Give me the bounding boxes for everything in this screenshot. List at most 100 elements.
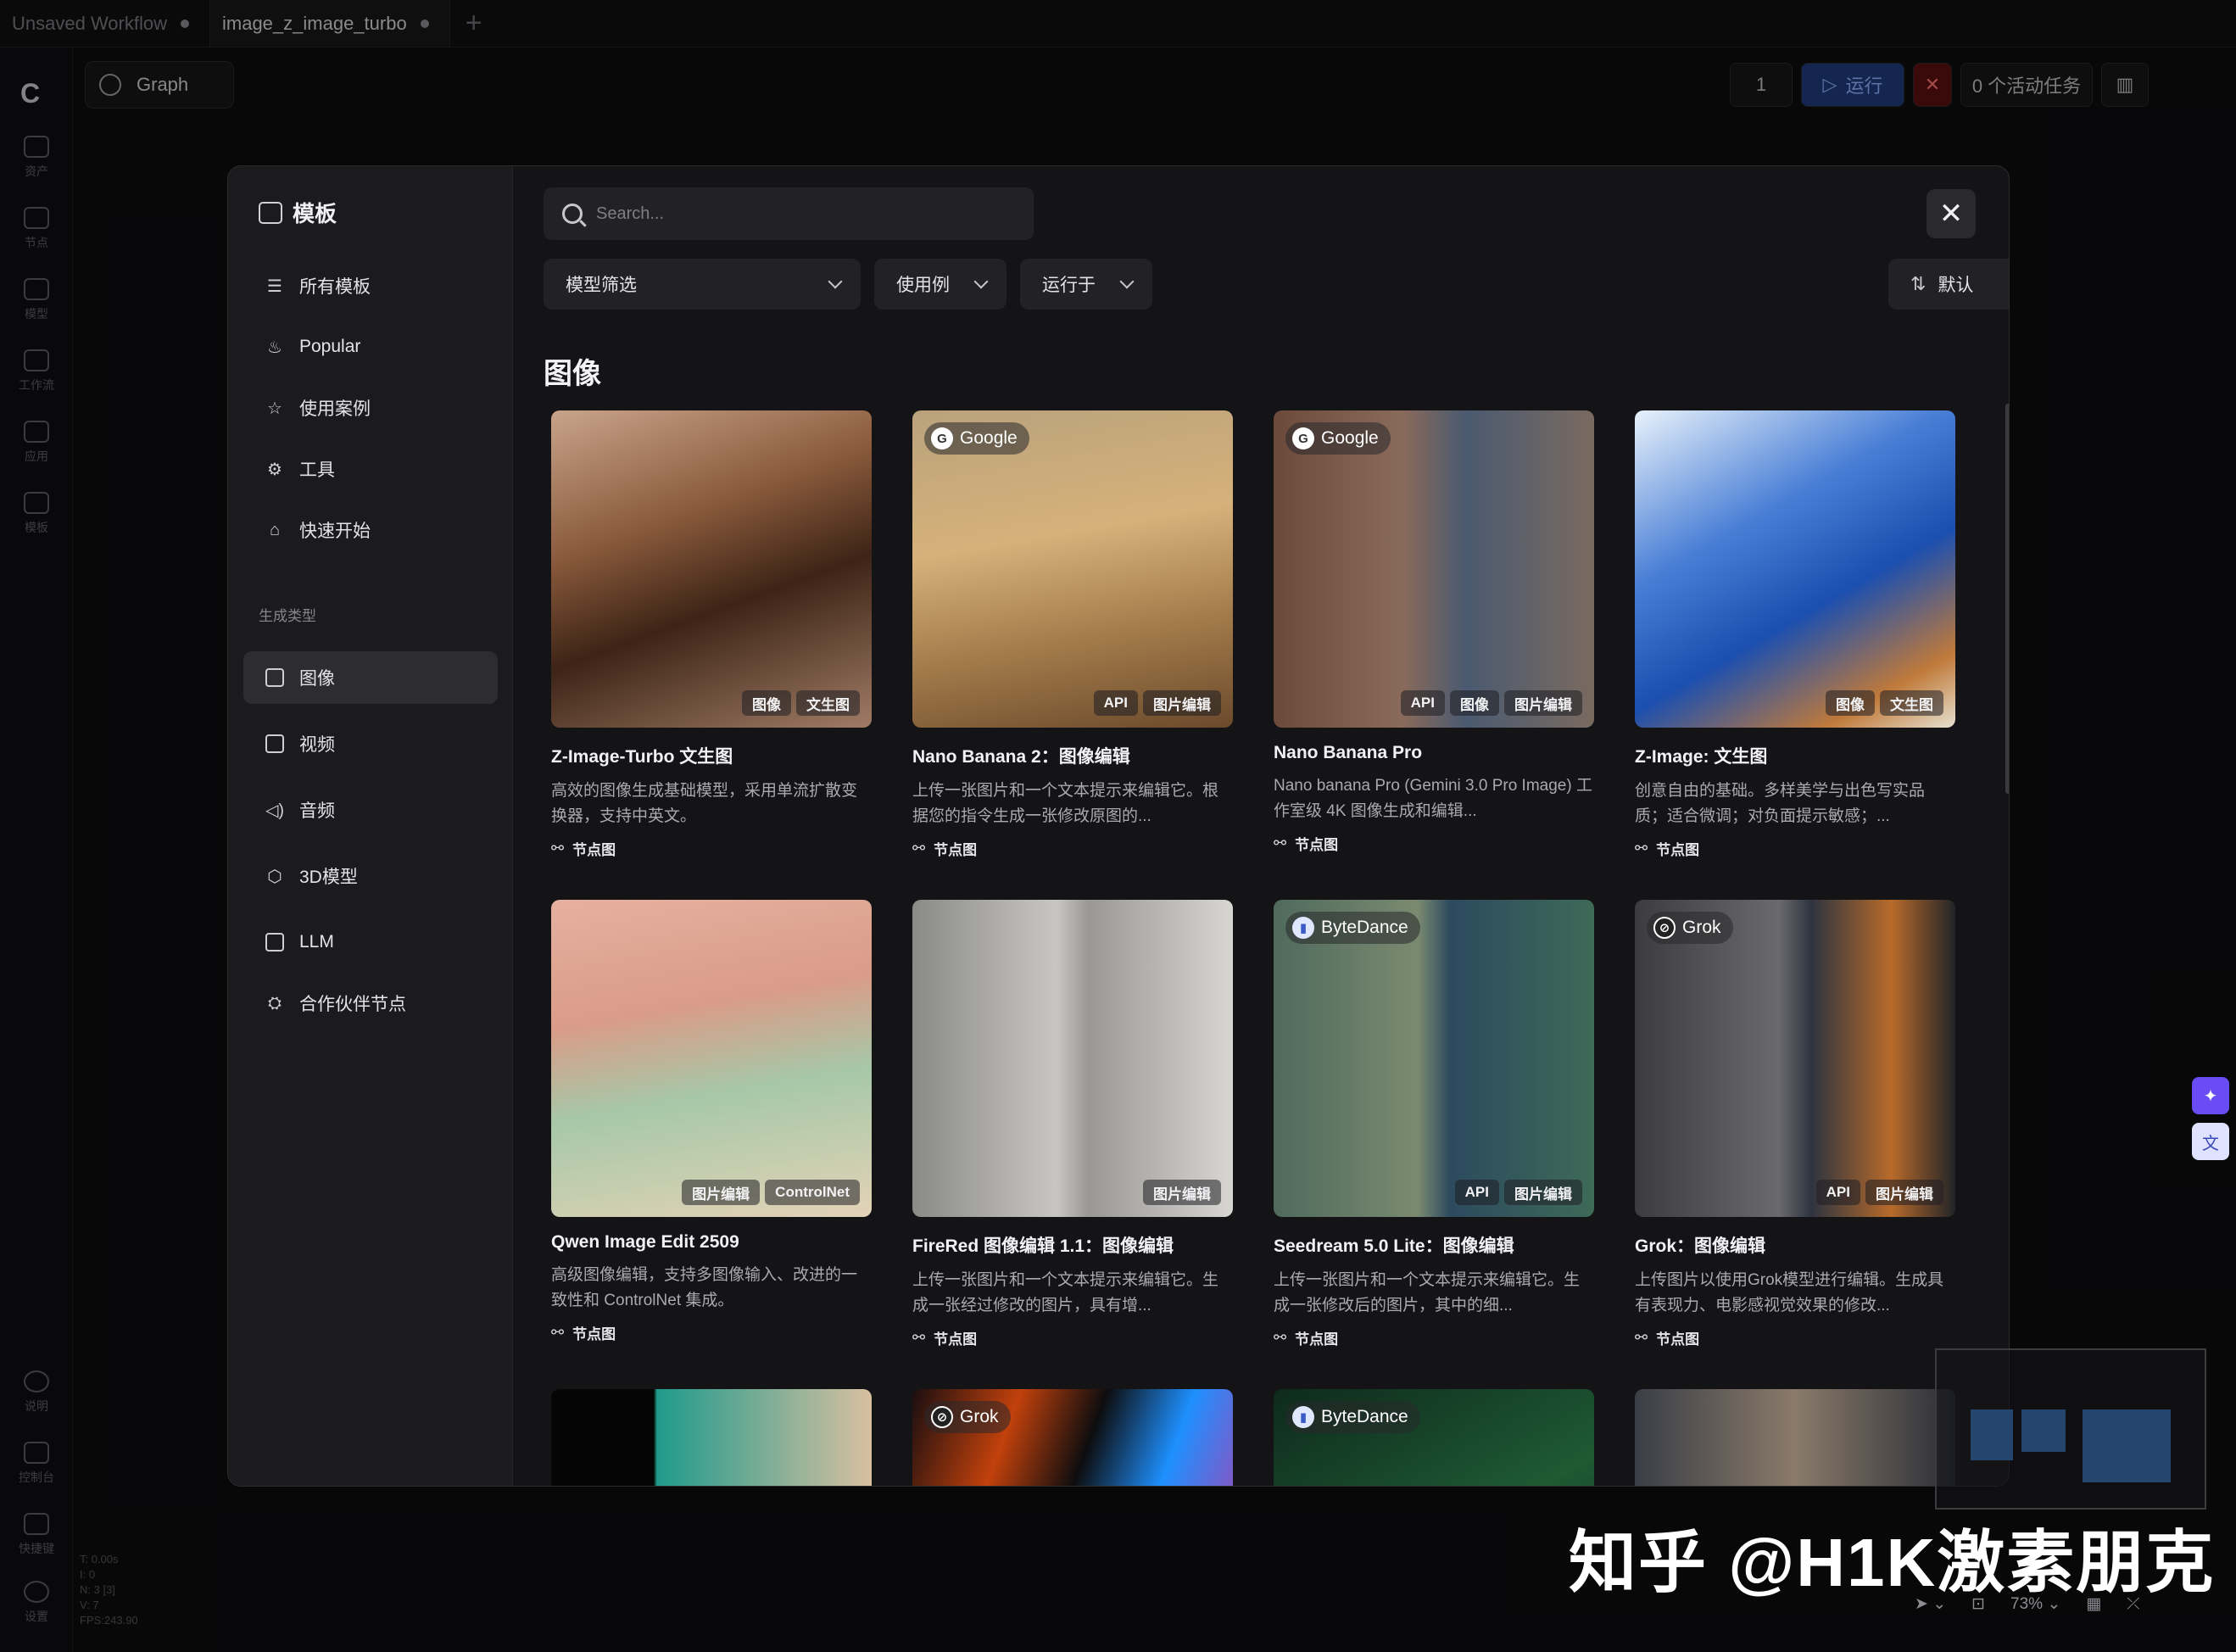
handshake-icon: ⛭	[268, 993, 282, 1013]
card-title: Grok：图像编辑	[1635, 1236, 1766, 1256]
template-thumbnail: 图像 文生图	[551, 410, 872, 728]
node-graph-icon: ⚯	[551, 840, 565, 857]
chat-assistant-icon[interactable]: ✦	[2192, 1077, 2229, 1114]
nav-label: 工具	[299, 460, 335, 480]
graduation-cap-icon: ⌂	[269, 520, 281, 539]
card-kind: ⚯ 节点图	[1635, 838, 1955, 859]
tag: API	[1400, 690, 1445, 716]
category-title: 图像	[544, 358, 601, 390]
provider-badge: ⊘ Grok	[1647, 912, 1733, 944]
card-kind-label: 节点图	[934, 1331, 978, 1348]
template-card[interactable]	[551, 1389, 872, 1486]
nav-item-quick-start[interactable]: ⌂ 快速开始	[243, 504, 498, 556]
template-card[interactable]: 图片编辑 FireRed 图像编辑 1.1：图像编辑 上传一张图片和一个文本提示…	[912, 900, 1233, 1348]
nav-item-popular[interactable]: ♨ Popular	[243, 321, 498, 373]
modal-main: ✕ 模型筛选 使用例 运行于 ⇅ 默认 图像 图像	[513, 166, 2009, 1486]
nav-item-tools[interactable]: ⚙ 工具	[243, 443, 498, 495]
nav-item-all-templates[interactable]: ☰ 所有模板	[243, 260, 498, 312]
card-kind: ⚯ 节点图	[912, 838, 1233, 859]
card-description: 高效的图像生成基础模型，采用单流扩散变换器，支持中英文。	[551, 782, 858, 825]
template-card[interactable]: 图像 文生图 Z-Image: 文生图 创意自由的基础。多样美学与出色写实品质；…	[1635, 410, 1955, 859]
template-card[interactable]: G Google API 图像 图片编辑 Nano Banana Pro Nan…	[1274, 410, 1594, 854]
nav-item-3d-model[interactable]: ⬡ 3D模型	[243, 850, 498, 902]
minimap-node	[2021, 1409, 2066, 1452]
floating-tools: ✦ 文	[2192, 1077, 2229, 1160]
nav-item-image[interactable]: 图像	[243, 651, 498, 704]
tag: API	[1454, 1180, 1499, 1205]
list-icon: ☰	[267, 276, 282, 296]
template-card[interactable]	[1635, 1389, 1955, 1486]
nav-label: 3D模型	[299, 868, 358, 887]
card-title: Qwen Image Edit 2509	[551, 1232, 739, 1252]
template-thumbnail: G Google API 图像 图片编辑	[1274, 410, 1594, 728]
nav-label: Popular	[299, 337, 361, 356]
card-title: Z-Image-Turbo 文生图	[551, 747, 733, 767]
modal-title: 模板	[259, 197, 337, 228]
search-box[interactable]	[544, 187, 1034, 240]
grok-icon: ⊘	[931, 1406, 953, 1428]
template-card[interactable]: 图片编辑 ControlNet Qwen Image Edit 2509 高级图…	[551, 900, 872, 1343]
template-card[interactable]: ▮ ByteDance	[1274, 1389, 1594, 1486]
chevron-down-icon	[973, 274, 989, 289]
chat-icon	[265, 933, 284, 952]
template-thumbnail: 图像 文生图	[1635, 410, 1955, 728]
usecase-filter-dropdown[interactable]: 使用例	[874, 259, 1006, 310]
template-thumbnail: 图片编辑 ControlNet	[551, 900, 872, 1217]
search-input[interactable]	[596, 204, 1003, 224]
bytedance-icon: ▮	[1292, 917, 1314, 939]
template-card[interactable]: ⊘ Grok	[912, 1389, 1233, 1486]
nav-label: LLM	[299, 932, 334, 952]
template-thumbnail: 图片编辑	[912, 900, 1233, 1217]
nav-section-label: 生成类型	[259, 608, 316, 624]
nav-label: 快速开始	[299, 522, 371, 541]
node-graph-icon: ⚯	[1635, 1329, 1648, 1346]
bytedance-icon: ▮	[1292, 1406, 1314, 1428]
card-title: Z-Image: 文生图	[1635, 747, 1768, 767]
nav-item-audio[interactable]: ◁) 音频	[243, 784, 498, 836]
provider-badge: ⊘ Grok	[924, 1401, 1011, 1433]
card-description: 上传一张图片和一个文本提示来编辑它。根据您的指令生成一张修改原图的...	[912, 782, 1219, 825]
template-card[interactable]: ▮ ByteDance API 图片编辑 Seedream 5.0 Lite：图…	[1274, 900, 1594, 1348]
translate-icon[interactable]: 文	[2192, 1123, 2229, 1160]
card-description: 上传一张图片和一个文本提示来编辑它。生成一张修改后的图片，其中的细...	[1274, 1271, 1581, 1314]
sort-dropdown[interactable]: ⇅ 默认	[1888, 259, 2009, 310]
node-graph-icon: ⚯	[551, 1324, 565, 1341]
template-icon	[259, 201, 282, 224]
card-description: 上传一张图片和一个文本提示来编辑它。生成一张经过修改的图片，具有增...	[912, 1271, 1219, 1314]
tag: ControlNet	[765, 1180, 860, 1205]
card-kind-label: 节点图	[1656, 842, 1700, 858]
card-kind: ⚯ 节点图	[1274, 833, 1594, 854]
template-thumbnail: ⊘ Grok	[912, 1389, 1233, 1486]
tag-list: 图像 文生图	[1826, 690, 1943, 716]
tag: 图片编辑	[682, 1180, 761, 1205]
filter-label: 运行于	[1042, 276, 1096, 295]
close-button[interactable]: ✕	[1927, 189, 1976, 238]
minimap-node	[2083, 1409, 2171, 1482]
nav-item-use-cases[interactable]: ☆ 使用案例	[243, 382, 498, 434]
nav-item-llm[interactable]: LLM	[243, 916, 498, 968]
nav-item-partner-nodes[interactable]: ⛭ 合作伙伴节点	[243, 977, 498, 1030]
nav-label: 视频	[299, 735, 335, 755]
template-thumbnail	[1635, 1389, 1955, 1486]
template-card[interactable]: 图像 文生图 Z-Image-Turbo 文生图 高效的图像生成基础模型，采用单…	[551, 410, 872, 859]
provider-badge: G Google	[924, 422, 1029, 455]
sort-icon: ⇅	[1910, 273, 1927, 294]
card-description: 创意自由的基础。多样美学与出色写实品质；适合微调；对负面提示敏感；...	[1635, 782, 1926, 825]
minimap[interactable]	[1935, 1348, 2206, 1510]
google-icon: G	[1292, 427, 1314, 449]
model-filter-dropdown[interactable]: 模型筛选	[544, 259, 861, 310]
tag: 文生图	[796, 690, 860, 716]
modal-title-text: 模板	[293, 201, 337, 226]
provider-label: ByteDance	[1321, 1407, 1408, 1426]
template-card[interactable]: G Google API 图片编辑 Nano Banana 2：图像编辑 上传一…	[912, 410, 1233, 859]
provider-badge: G Google	[1285, 422, 1391, 455]
nav-item-video[interactable]: 视频	[243, 717, 498, 770]
star-icon: ☆	[267, 399, 282, 418]
node-graph-icon: ⚯	[1274, 834, 1287, 851]
card-kind-label: 节点图	[572, 1326, 616, 1342]
grid-scrollbar[interactable]	[2005, 404, 2009, 794]
runs-on-filter-dropdown[interactable]: 运行于	[1020, 259, 1152, 310]
template-card[interactable]: ⊘ Grok API 图片编辑 Grok：图像编辑 上传图片以使用Grok模型进…	[1635, 900, 1955, 1348]
tag: 图片编辑	[1865, 1180, 1943, 1205]
node-graph-icon: ⚯	[1274, 1329, 1287, 1346]
